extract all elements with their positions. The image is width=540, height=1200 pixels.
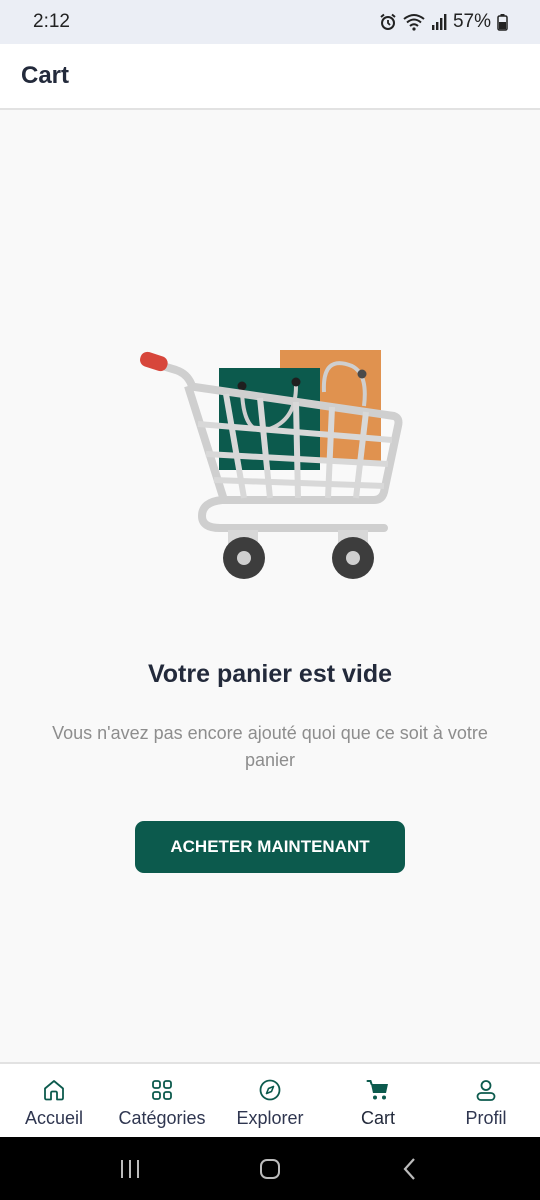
alarm-icon <box>379 13 397 31</box>
status-time: 2:12 <box>33 11 70 32</box>
nav-item-explorer[interactable]: Explorer <box>216 1064 324 1137</box>
nav-item-categories[interactable]: Catégories <box>108 1064 216 1137</box>
grid-icon <box>149 1077 175 1103</box>
page-title: Cart <box>21 62 70 89</box>
wifi-icon <box>403 13 425 31</box>
nav-label-cart: Cart <box>360 1108 395 1128</box>
status-icons: 57% <box>379 11 508 33</box>
home-button-icon[interactable] <box>250 1149 290 1189</box>
nav-label-categories: Catégories <box>118 1108 206 1128</box>
recent-apps-icon[interactable] <box>110 1149 150 1189</box>
battery-icon <box>497 13 508 31</box>
cart-icon <box>365 1077 391 1103</box>
status-bar: 2:12 57% <box>0 0 540 44</box>
battery-percent: 57% <box>452 11 491 32</box>
nav-label-explorer: Explorer <box>236 1108 304 1128</box>
user-icon <box>473 1077 499 1103</box>
compass-icon <box>257 1077 283 1103</box>
nav-label-accueil: Accueil <box>24 1108 84 1128</box>
nav-label-profil: Profil <box>465 1108 507 1128</box>
back-icon[interactable] <box>390 1149 430 1189</box>
empty-cart-description: Vous n'avez pas encore ajouté quoi que c… <box>52 723 488 770</box>
home-icon <box>41 1077 67 1103</box>
shop-now-button[interactable]: ACHETER MAINTENANT <box>135 821 405 873</box>
nav-item-accueil[interactable]: Accueil <box>0 1064 108 1137</box>
system-nav-bar <box>0 1137 540 1200</box>
empty-cart-view: Votre panier est vide Vous n'avez pas en… <box>0 112 540 1062</box>
signal-icon <box>431 13 447 31</box>
nav-item-profil[interactable]: Profil <box>432 1064 540 1137</box>
empty-cart-title: Votre panier est vide <box>147 660 393 688</box>
bottom-nav: Accueil Catégories Explorer Cart Profil <box>0 1062 540 1137</box>
nav-item-cart[interactable]: Cart <box>324 1064 432 1137</box>
app-bar: Cart <box>0 44 540 110</box>
empty-cart-illustration <box>136 344 406 584</box>
